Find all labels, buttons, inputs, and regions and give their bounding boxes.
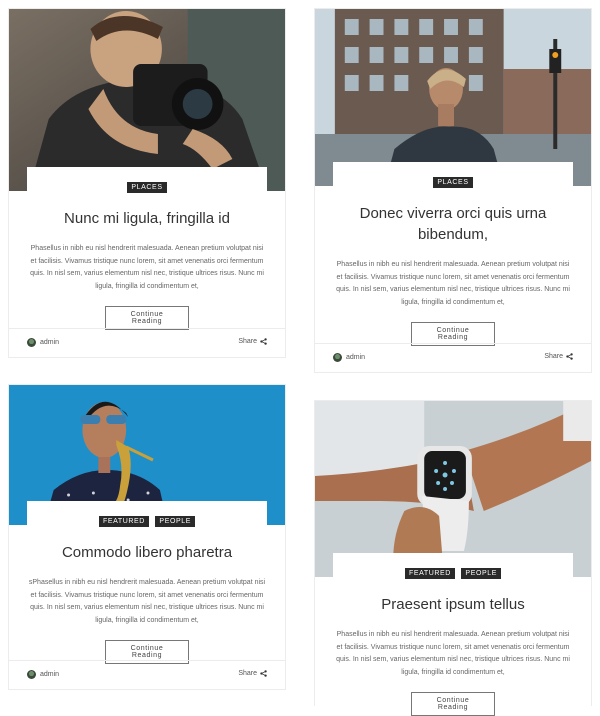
post-tags: PLACES xyxy=(333,174,573,188)
post-title[interactable]: Commodo libero pharetra xyxy=(47,542,247,563)
post-author[interactable]: admin xyxy=(27,670,59,679)
post-tags: FEATURED PEOPLE xyxy=(333,565,573,579)
author-name: admin xyxy=(40,339,60,346)
avatar xyxy=(27,670,36,679)
post-footer: admin Share xyxy=(9,660,285,689)
tag-places[interactable]: PLACES xyxy=(433,177,473,188)
post-card: FEATURED PEOPLE Commodo libero pharetra … xyxy=(8,384,286,690)
avatar xyxy=(333,353,342,362)
post-body: FEATURED PEOPLE Commodo libero pharetra … xyxy=(27,501,267,664)
share-button[interactable]: Share xyxy=(544,353,573,360)
share-label: Share xyxy=(238,338,257,345)
post-excerpt: Phasellus in nibh eu nisl hendrerit male… xyxy=(336,631,570,676)
share-button[interactable]: Share xyxy=(238,338,267,345)
post-image-smartwatch[interactable] xyxy=(315,401,591,577)
author-name: admin xyxy=(40,671,60,678)
post-card: FEATURED PEOPLE Praesent ipsum tellus Ph… xyxy=(314,400,592,716)
post-excerpt: sPhasellus in nibh eu nisl hendrerit mal… xyxy=(28,579,266,624)
continue-reading-button[interactable]: Continue Reading xyxy=(105,306,189,330)
post-excerpt: Phasellus in nibh eu nisl hendrerit male… xyxy=(30,245,264,290)
post-footer: admin Share xyxy=(315,343,591,372)
share-icon xyxy=(260,338,267,345)
post-tags: PLACES xyxy=(27,179,267,193)
post-excerpt: Phasellus in nibh eu nisl hendrerit male… xyxy=(336,261,570,306)
author-name: admin xyxy=(346,354,366,361)
post-card: PLACES Nunc mi ligula, fringilla id Phas… xyxy=(8,8,286,358)
share-icon xyxy=(260,670,267,677)
post-footer: admin Share xyxy=(9,328,285,357)
post-body: PLACES Donec viverra orci quis urna bibe… xyxy=(333,162,573,346)
post-card: PLACES Donec viverra orci quis urna bibe… xyxy=(314,8,592,373)
post-body: FEATURED PEOPLE Praesent ipsum tellus Ph… xyxy=(333,553,573,716)
share-button[interactable]: Share xyxy=(238,670,267,677)
post-author[interactable]: admin xyxy=(333,353,365,362)
share-icon xyxy=(566,353,573,360)
post-title[interactable]: Donec viverra orci quis urna bibendum, xyxy=(343,203,563,245)
tag-people[interactable]: PEOPLE xyxy=(155,516,196,527)
tag-people[interactable]: PEOPLE xyxy=(461,568,502,579)
avatar xyxy=(27,338,36,347)
continue-reading-button[interactable]: Continue Reading xyxy=(411,692,495,716)
share-label: Share xyxy=(238,670,257,677)
share-label: Share xyxy=(544,353,563,360)
post-body: PLACES Nunc mi ligula, fringilla id Phas… xyxy=(27,167,267,330)
tag-featured[interactable]: FEATURED xyxy=(98,516,149,527)
post-title[interactable]: Nunc mi ligula, fringilla id xyxy=(47,208,247,229)
post-image-city[interactable] xyxy=(315,9,591,186)
post-tags: FEATURED PEOPLE xyxy=(27,513,267,527)
post-image-photographer[interactable] xyxy=(9,9,285,191)
post-title[interactable]: Praesent ipsum tellus xyxy=(353,594,553,615)
tag-featured[interactable]: FEATURED xyxy=(404,568,455,579)
tag-places[interactable]: PLACES xyxy=(127,182,167,193)
post-author[interactable]: admin xyxy=(27,338,59,347)
